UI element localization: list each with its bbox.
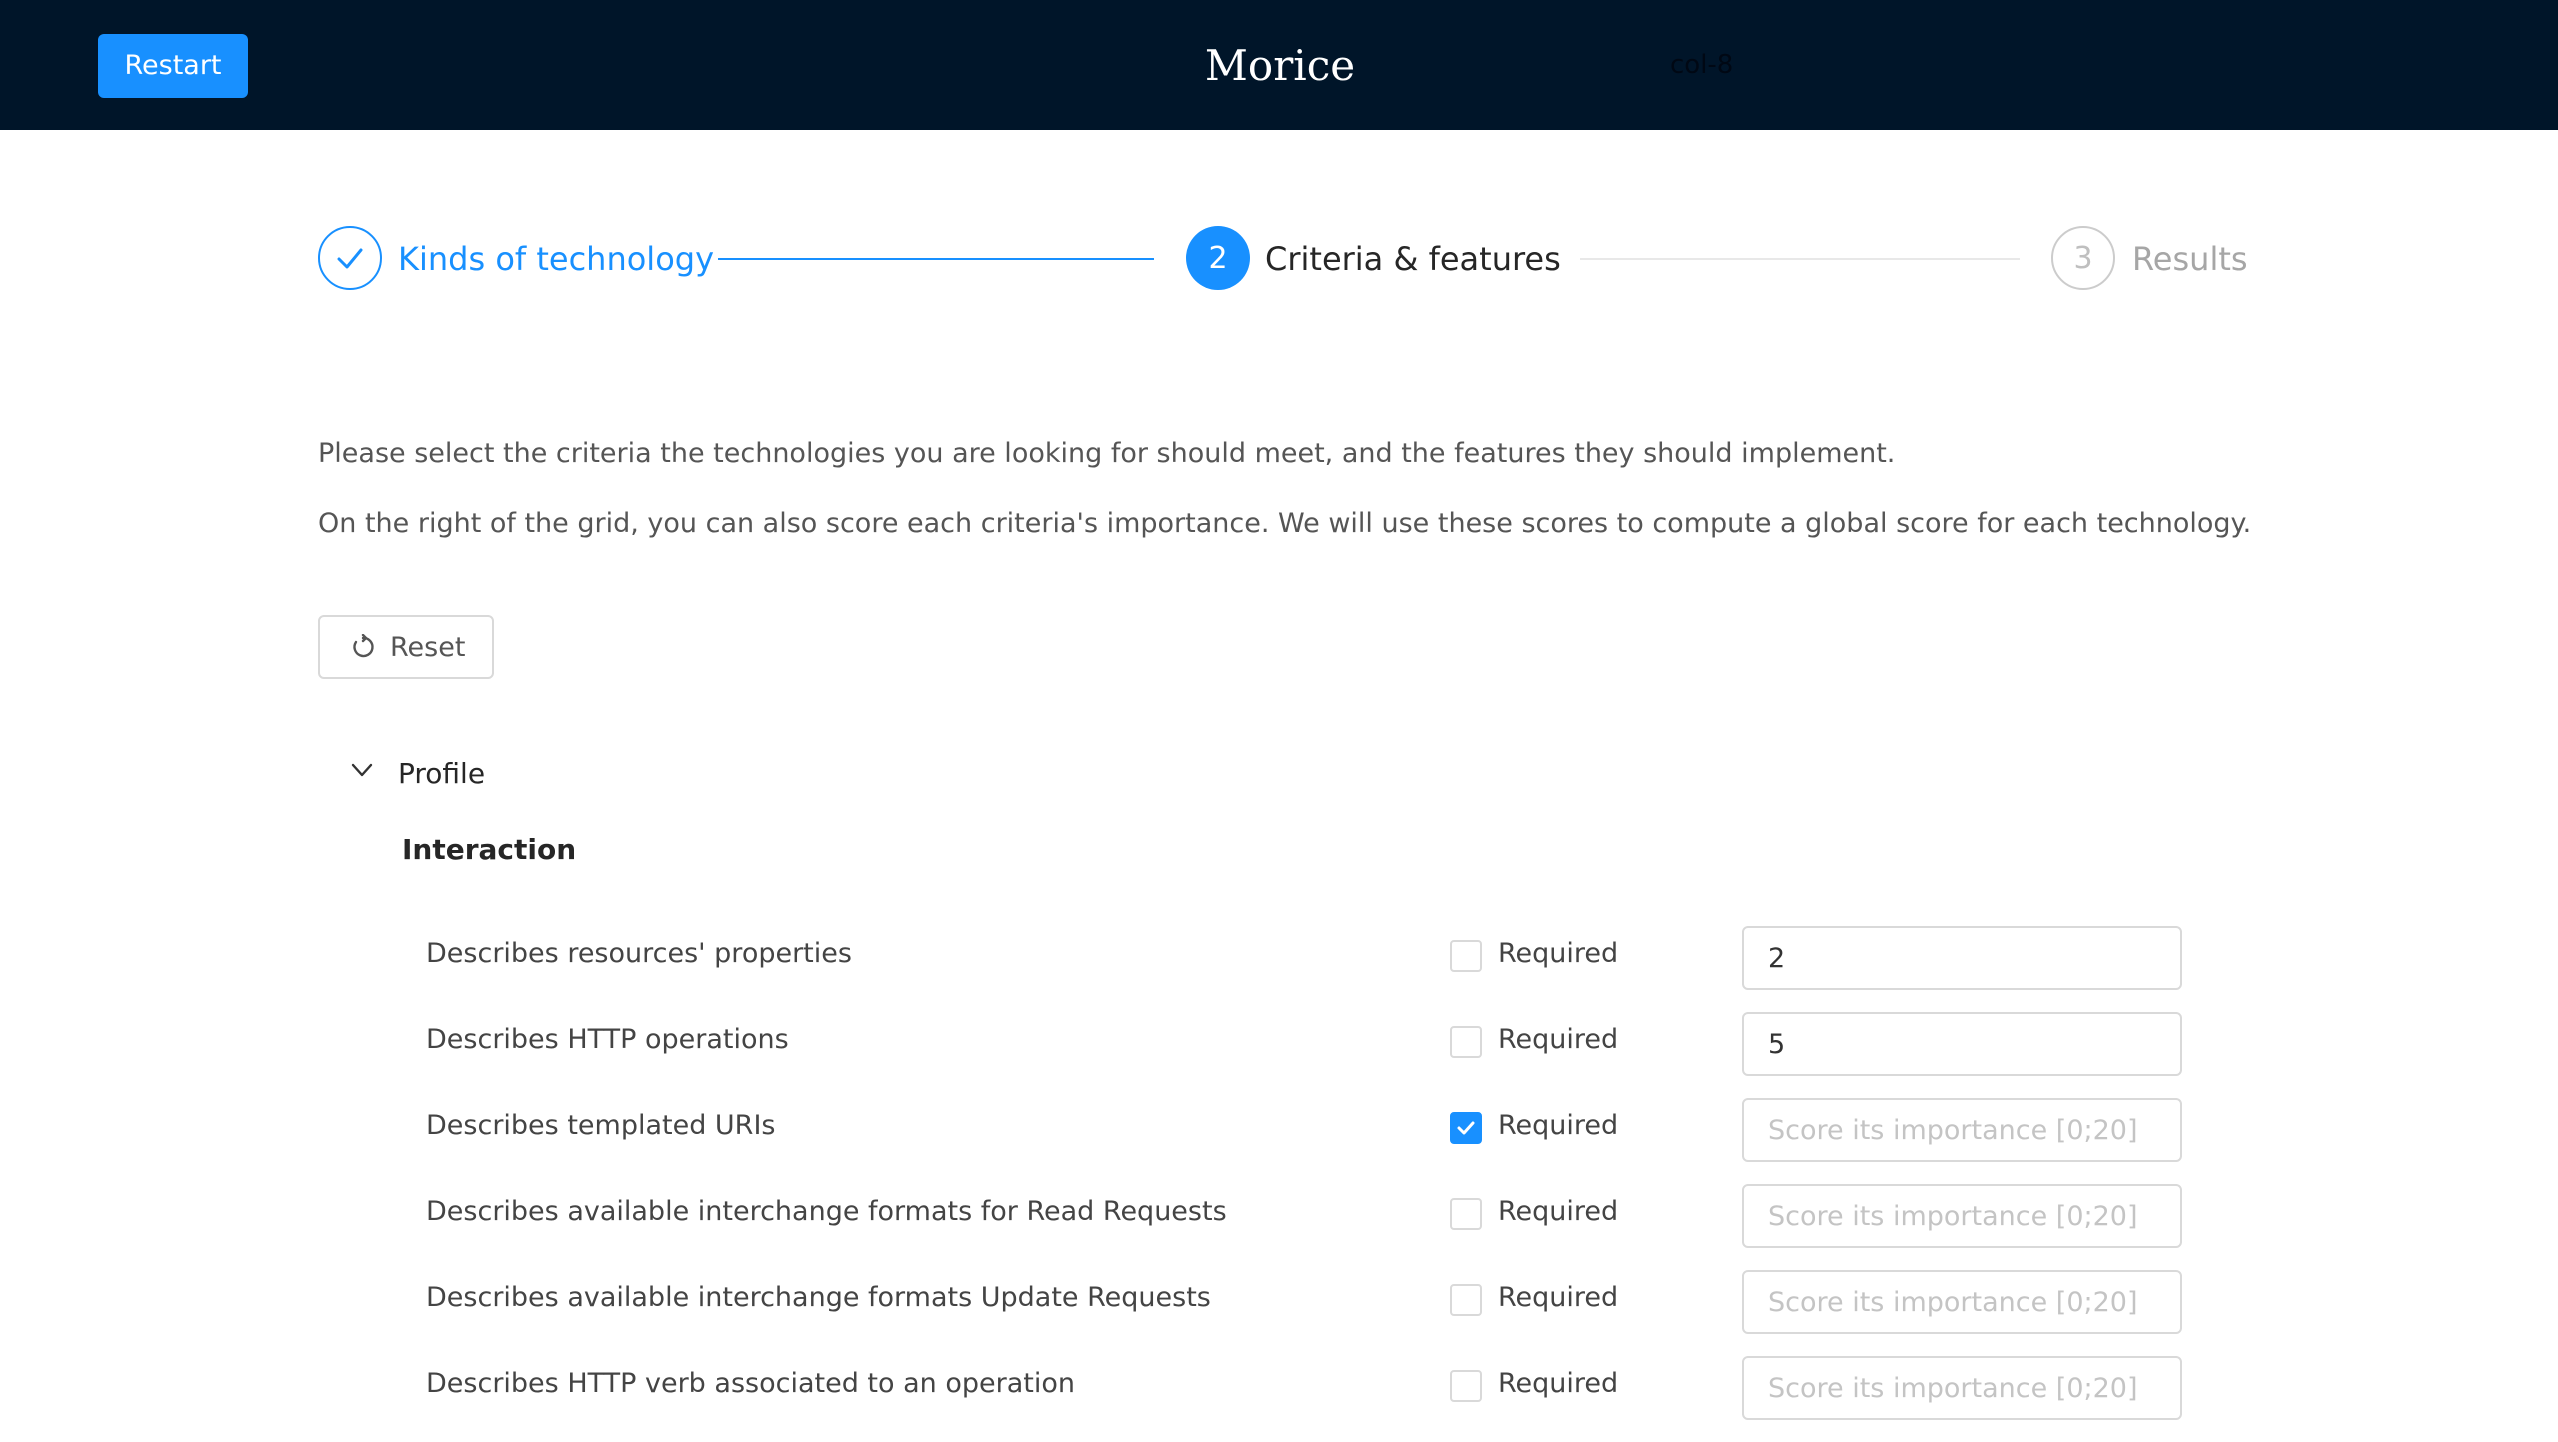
criteria-label: Describes resources' properties: [426, 938, 852, 969]
criteria-row: Describes templated URIs Required: [0, 1092, 2558, 1178]
required-checkbox[interactable]: [1450, 1198, 1482, 1230]
group-title-profile[interactable]: Profile: [398, 756, 485, 792]
criteria-row: Describes available interchange formats …: [0, 1178, 2558, 1264]
step-3-number: 3: [2051, 226, 2115, 290]
step-3-label: Results: [2132, 240, 2248, 278]
reload-icon: [353, 634, 374, 658]
intro-text-1: Please select the criteria the technolog…: [318, 438, 1896, 469]
required-label[interactable]: Required: [1498, 1194, 1618, 1230]
required-label[interactable]: Required: [1498, 1280, 1618, 1316]
score-input[interactable]: [1742, 1184, 2182, 1248]
reset-button-label: Reset: [390, 631, 466, 663]
step-2-number: 2: [1186, 226, 1250, 290]
step-2-label: Criteria & features: [1265, 240, 1561, 278]
app-title: Morice: [1204, 41, 1356, 90]
step-1-label[interactable]: Kinds of technology: [398, 238, 714, 280]
required-checkbox[interactable]: [1450, 1026, 1482, 1058]
score-input[interactable]: [1742, 926, 2182, 990]
chevron-down-icon[interactable]: [348, 756, 376, 784]
check-icon: [337, 248, 363, 269]
score-input[interactable]: [1742, 1356, 2182, 1420]
required-label[interactable]: Required: [1498, 1366, 1618, 1402]
required-label[interactable]: Required: [1498, 1022, 1618, 1058]
score-input[interactable]: [1742, 1098, 2182, 1162]
restart-button[interactable]: Restart: [98, 34, 248, 98]
step-1-check-icon[interactable]: [318, 226, 382, 290]
criteria-label: Describes templated URIs: [426, 1110, 776, 1141]
subgroup-title-interaction: Interaction: [402, 833, 577, 866]
required-label[interactable]: Required: [1498, 1108, 1618, 1144]
required-checkbox-checked[interactable]: [1450, 1112, 1482, 1144]
criteria-label: Describes HTTP operations: [426, 1024, 789, 1055]
step-connector-2: [1580, 258, 2020, 260]
top-navbar: Restart Morice col-8: [0, 0, 2558, 130]
reset-button[interactable]: Reset: [318, 615, 494, 679]
criteria-label: Describes available interchange formats …: [426, 1282, 1211, 1313]
layout-hint-text: col-8: [1670, 50, 1734, 80]
criteria-label: Describes available interchange formats …: [426, 1196, 1227, 1227]
criteria-row: Describes resources' properties Required: [0, 920, 2558, 1006]
criteria-row: Describes HTTP verb associated to an ope…: [0, 1350, 2558, 1436]
required-label[interactable]: Required: [1498, 936, 1618, 972]
required-checkbox[interactable]: [1450, 1284, 1482, 1316]
score-input[interactable]: [1742, 1012, 2182, 1076]
required-checkbox[interactable]: [1450, 1370, 1482, 1402]
criteria-row: Describes HTTP operations Required: [0, 1006, 2558, 1092]
intro-text-2: On the right of the grid, you can also s…: [318, 508, 2252, 539]
criteria-label: Describes HTTP verb associated to an ope…: [426, 1368, 1075, 1399]
check-icon: [1457, 1121, 1475, 1135]
score-input[interactable]: [1742, 1270, 2182, 1334]
step-connector-1: [718, 258, 1154, 260]
required-checkbox[interactable]: [1450, 940, 1482, 972]
criteria-row: Describes available interchange formats …: [0, 1264, 2558, 1350]
